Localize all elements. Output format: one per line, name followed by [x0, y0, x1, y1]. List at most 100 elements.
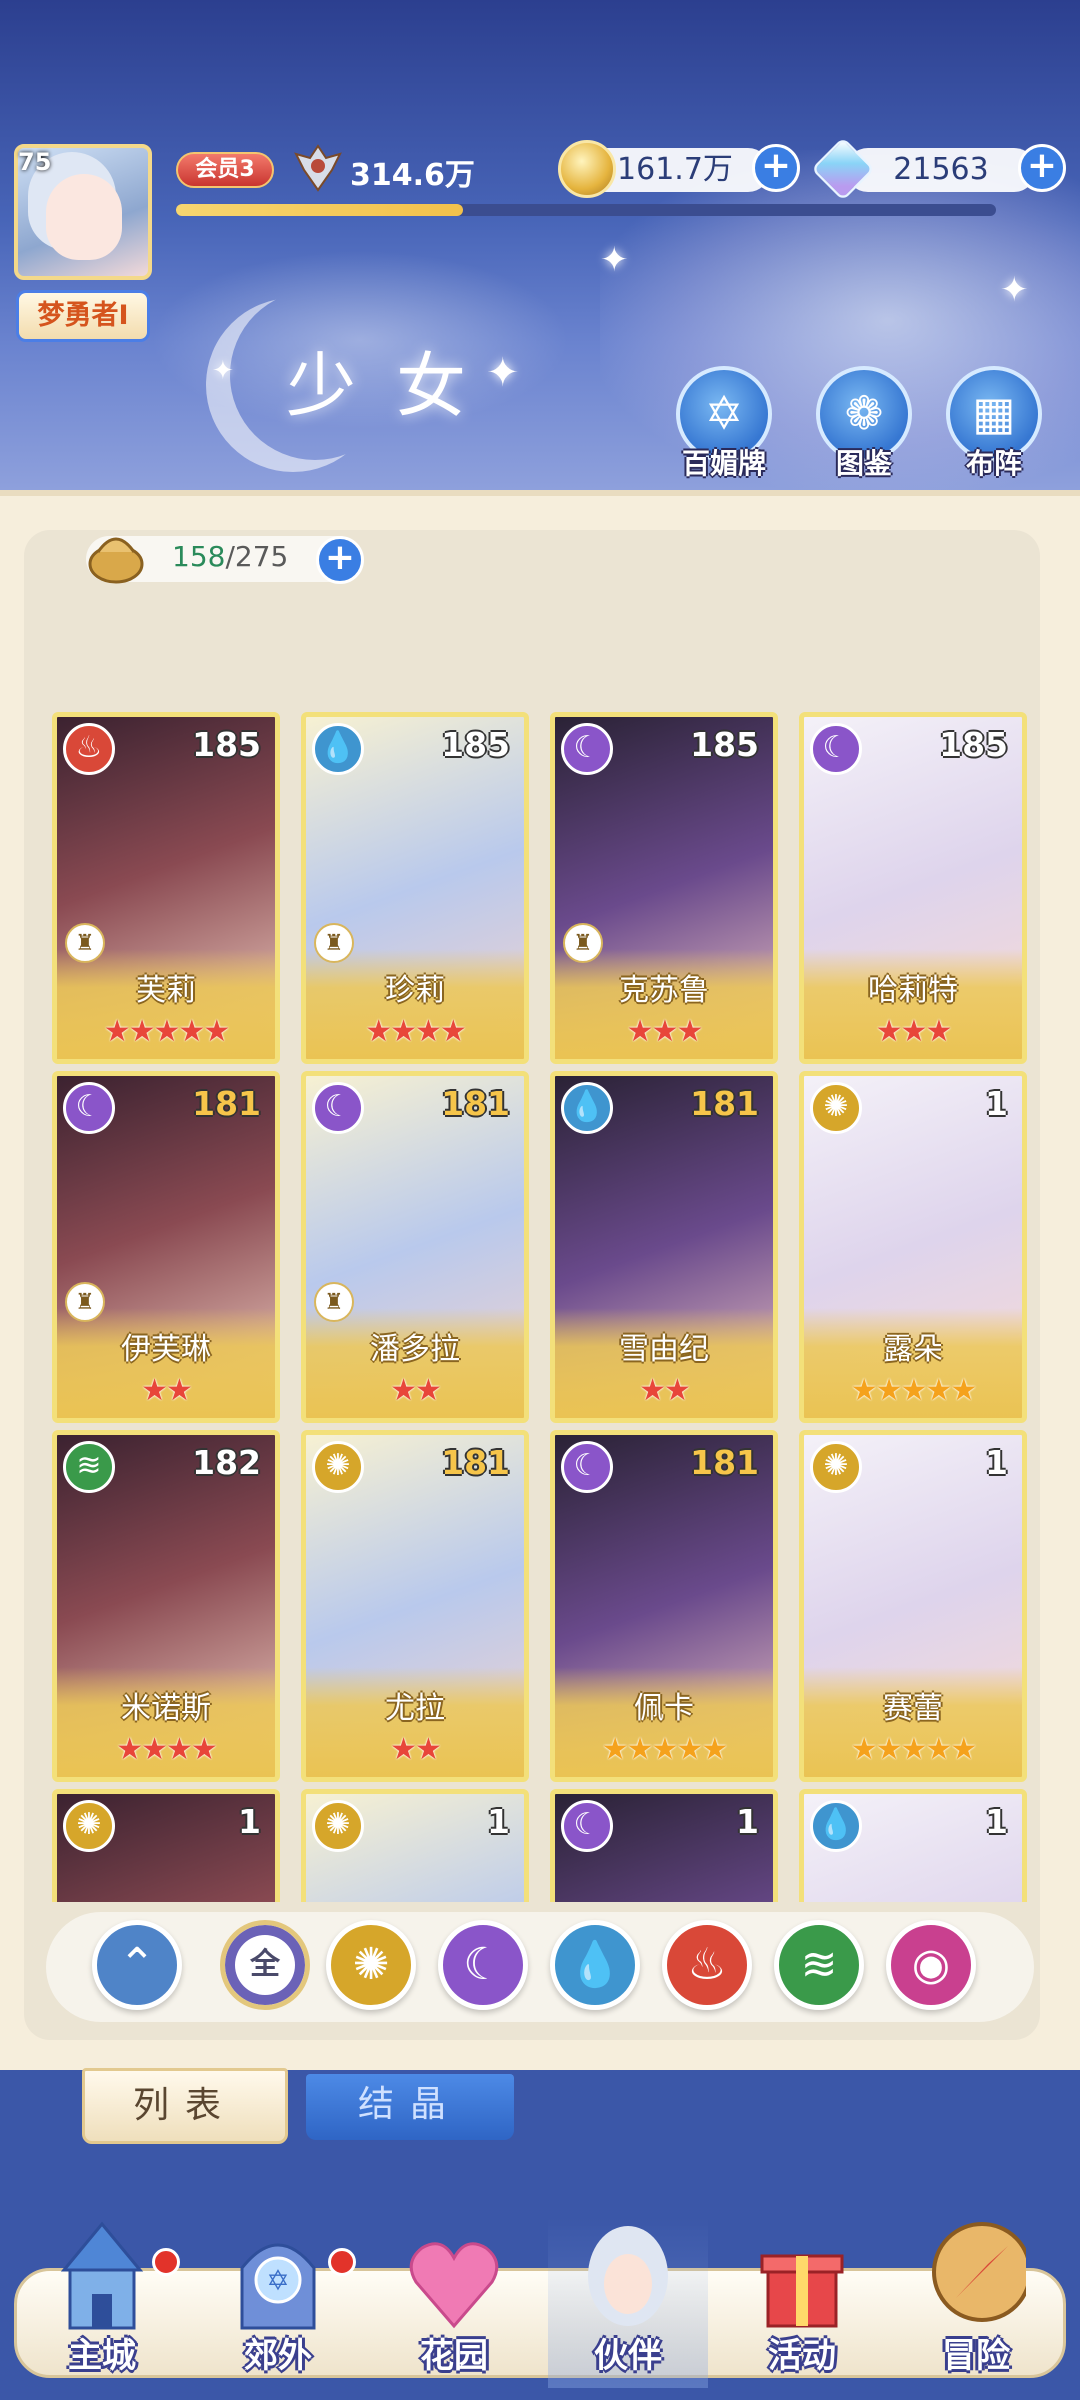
character-level: 1 — [238, 1802, 261, 1841]
character-name: 伊芙琳 — [121, 1332, 211, 1367]
character-card[interactable]: ☾ 181 佩卡 ★★★★★ — [550, 1430, 778, 1782]
filter-sun-icon[interactable]: ✺ — [326, 1920, 416, 2010]
character-name: 赛蕾 — [883, 1691, 943, 1726]
star-rating: ★★★ — [626, 1014, 704, 1049]
character-card[interactable]: ☾ 185 哈莉特 ★★★ — [799, 712, 1027, 1064]
portal-icon: ✡ — [240, 2243, 316, 2330]
player-level: 75 — [18, 148, 52, 176]
character-card[interactable]: 💧 185 ♜ 珍莉 ★★★★ — [301, 712, 529, 1064]
wind-element-icon: ≋ — [63, 1441, 115, 1493]
expand-roster-button[interactable]: + — [316, 536, 364, 584]
filter-orb-icon[interactable]: ◉ — [886, 1920, 976, 2010]
character-card[interactable]: ✺ 181 尤拉 ★★ — [301, 1430, 529, 1782]
gift-icon — [760, 2254, 844, 2328]
sun-element-icon: ✺ — [312, 1441, 364, 1493]
partner-portrait-icon — [588, 2226, 668, 2326]
character-level: 1 — [736, 1802, 759, 1841]
rank-icon: ♜ — [314, 1282, 354, 1322]
character-level: 1 — [985, 1443, 1008, 1482]
codex-button[interactable]: ❁ 图鉴 — [814, 366, 914, 482]
tab-crystal[interactable]: 结晶 — [306, 2074, 514, 2140]
nav-adventure[interactable]: 冒险 — [896, 2218, 1056, 2388]
filter-all-button[interactable]: 全 — [220, 1920, 310, 2010]
compass-icon — [932, 2222, 1026, 2322]
character-level: 1 — [985, 1084, 1008, 1123]
character-level: 185 — [441, 725, 510, 764]
character-card[interactable]: ✺ 1 — [52, 1789, 280, 1902]
star-rating: ★★★★★ — [850, 1373, 977, 1408]
character-name: 尤拉 — [385, 1691, 445, 1726]
vip-badge[interactable]: 会员3 — [176, 152, 274, 188]
water-element-icon: 💧 — [810, 1800, 862, 1852]
character-level: 185 — [690, 725, 759, 764]
header-banner: ✦ ✦ ✦ ✦ — [0, 0, 1080, 490]
tab-list[interactable]: 列表 — [82, 2068, 288, 2144]
outskirts-alert-dot — [328, 2248, 356, 2276]
nav-main-city[interactable]: 主城 — [22, 2218, 182, 2388]
star-rating: ★★★★ — [365, 1014, 467, 1049]
star-rating: ★★★★ — [116, 1732, 218, 1767]
nav-garden[interactable]: 花园 — [374, 2218, 534, 2388]
character-name: 芙莉 — [136, 973, 196, 1008]
character-card[interactable]: ≋ 182 米诺斯 ★★★★ — [52, 1430, 280, 1782]
sparkle-icon: ✦ — [1000, 270, 1029, 310]
character-card[interactable]: 💧 181 雪由纪 ★★ — [550, 1071, 778, 1423]
roster-count: 158/275 — [172, 540, 289, 573]
character-level: 181 — [441, 1084, 510, 1123]
rank-icon: ♜ — [314, 923, 354, 963]
filter-fire-icon[interactable]: ♨ — [662, 1920, 752, 2010]
character-card[interactable]: ☾ 181 ♜ 潘多拉 ★★ — [301, 1071, 529, 1423]
character-name: 哈莉特 — [868, 973, 958, 1008]
sparkle-icon: ✦ — [600, 240, 629, 280]
combat-power-value: 314.6万 — [350, 158, 475, 193]
character-card[interactable]: 💧 1 — [799, 1789, 1027, 1902]
character-name: 雪由纪 — [619, 1332, 709, 1367]
character-card[interactable]: ☾ 181 ♜ 伊芙琳 ★★ — [52, 1071, 280, 1423]
star-rating: ★★ — [390, 1732, 442, 1767]
svg-text:✡: ✡ — [266, 2264, 289, 2297]
nav-outskirts[interactable]: ✡ 郊外 — [198, 2218, 358, 2388]
nav-partners[interactable]: 伙伴 — [548, 2218, 708, 2388]
formation-button[interactable]: ▦ 布阵 — [944, 366, 1044, 482]
add-coins-button[interactable]: + — [752, 144, 800, 192]
charm-cards-button[interactable]: ✡ 百媚牌 — [674, 366, 774, 482]
character-card[interactable]: ✺ 1 赛蕾 ★★★★★ — [799, 1430, 1027, 1782]
character-card[interactable]: ☾ 1 — [550, 1789, 778, 1902]
character-level: 181 — [192, 1084, 261, 1123]
character-card[interactable]: ✺ 1 露朵 ★★★★★ — [799, 1071, 1027, 1423]
filter-water-icon[interactable]: 💧 — [550, 1920, 640, 2010]
heart-icon — [409, 2242, 499, 2329]
character-level: 181 — [690, 1084, 759, 1123]
moon-element-icon: ☾ — [312, 1082, 364, 1134]
character-level: 185 — [192, 725, 261, 764]
character-level: 185 — [939, 725, 1008, 764]
filter-wind-icon[interactable]: ≋ — [774, 1920, 864, 2010]
nav-events[interactable]: 活动 — [722, 2218, 882, 2388]
character-name: 露朵 — [883, 1332, 943, 1367]
character-grid: ♨ 185 ♜ 芙莉 ★★★★★ 💧 185 ♜ 珍莉 ★★★★ ☾ 185 ♜ 克苏鲁 ★★★ ☾ 185 哈莉… — [52, 712, 1032, 1902]
moon-element-icon: ☾ — [810, 723, 862, 775]
filter-class-icon[interactable]: ⌃ — [92, 1920, 182, 2010]
character-card[interactable]: ☾ 185 ♜ 克苏鲁 ★★★ — [550, 712, 778, 1064]
sun-element-icon: ✺ — [810, 1082, 862, 1134]
exp-bar-fill — [176, 204, 463, 216]
player-name[interactable]: 梦勇者I — [16, 290, 150, 342]
fire-element-icon: ♨ — [63, 723, 115, 775]
character-level: 181 — [441, 1443, 510, 1482]
star-rating: ★★ — [390, 1373, 442, 1408]
water-element-icon: 💧 — [561, 1082, 613, 1134]
add-gems-button[interactable]: + — [1018, 144, 1066, 192]
character-level: 1 — [985, 1802, 1008, 1841]
filter-moon-icon[interactable]: ☾ — [438, 1920, 528, 2010]
character-name: 珍莉 — [385, 973, 445, 1008]
rank-icon: ♜ — [65, 923, 105, 963]
coin-icon — [558, 140, 616, 198]
water-element-icon: 💧 — [312, 723, 364, 775]
star-rating: ★★ — [141, 1373, 193, 1408]
star-rating: ★★★★★ — [850, 1732, 977, 1767]
sun-element-icon: ✺ — [312, 1800, 364, 1852]
main-city-alert-dot — [152, 2248, 180, 2276]
character-card[interactable]: ✺ 1 — [301, 1789, 529, 1902]
star-rating: ★★★★★ — [601, 1732, 728, 1767]
character-card[interactable]: ♨ 185 ♜ 芙莉 ★★★★★ — [52, 712, 280, 1064]
